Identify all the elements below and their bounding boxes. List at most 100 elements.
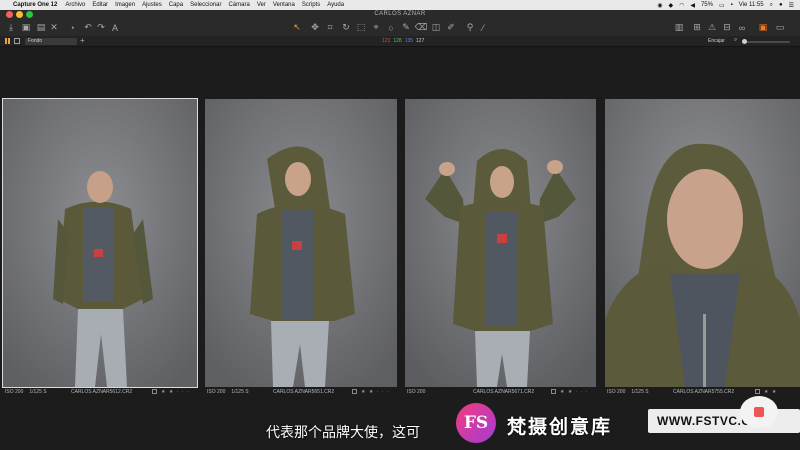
thumbnail-4[interactable]: [605, 99, 800, 387]
video-subtitle: 代表那个品牌大使，这可: [266, 425, 420, 441]
caption-iso: ISO 200: [407, 388, 426, 395]
main-toolbar: ⤓ ▣ ▤ ✕ ◔ ↶ ↷ A ↖ ✥ ⌗ ↻ ⬚ ⌖ ○ ✎ ⌫ ◫ ✐ ⚲ …: [0, 19, 800, 36]
thumbnail-1[interactable]: [2, 98, 198, 388]
record-icon: [754, 407, 764, 417]
add-collection-button[interactable]: +: [80, 36, 85, 45]
caption-shutter: 1/125 S: [631, 388, 649, 395]
caption-filename: CARLOS AZNAR5755.CR2: [673, 388, 735, 395]
thumbnail-size-slider[interactable]: [742, 39, 790, 44]
undo-icon[interactable]: ↶: [83, 22, 93, 33]
menu-camara[interactable]: Cámara: [228, 2, 249, 8]
caption-2: ISO 200 1/125 S CARLOS AZNAR5651.CR2 ★ ★…: [207, 387, 397, 396]
rotate-icon[interactable]: ↻: [341, 22, 351, 33]
volume-icon[interactable]: ◀: [690, 2, 695, 9]
caption-shutter: 1/125 S: [231, 388, 249, 395]
notifications-icon[interactable]: ☰: [789, 2, 794, 9]
star-rating[interactable]: ★ ★ · · ·: [560, 389, 589, 395]
siri-icon[interactable]: ●: [779, 2, 783, 8]
fit-label[interactable]: Encajar: [708, 38, 725, 44]
select-checkbox[interactable]: [551, 389, 556, 394]
text-icon[interactable]: A: [110, 22, 120, 33]
collection-select[interactable]: Fondo: [25, 38, 77, 45]
battery-level[interactable]: 75%: [701, 2, 713, 8]
grid-view-icon[interactable]: [5, 38, 11, 44]
exposure-icon[interactable]: ▥: [674, 22, 684, 33]
glasses-icon[interactable]: ∞: [737, 22, 747, 33]
export-icon[interactable]: ▤: [36, 22, 46, 33]
caption-shutter: 1/125 S: [29, 388, 47, 395]
photo-flexing: [405, 99, 596, 387]
brush-icon[interactable]: ✎: [401, 22, 411, 33]
flag-icon[interactable]: ▪: [731, 2, 733, 8]
status-icon[interactable]: ◉: [657, 2, 662, 9]
thumbnail-2[interactable]: [205, 99, 397, 387]
menu-editar[interactable]: Editar: [92, 2, 108, 8]
photo-standing: [3, 99, 197, 387]
star-rating[interactable]: ★ ★ · · ·: [161, 389, 190, 395]
annotation-icon[interactable]: ○: [386, 22, 396, 33]
history-icon[interactable]: ◔: [67, 22, 77, 33]
readout-g: 128: [393, 38, 402, 44]
import-icon[interactable]: ⤓: [6, 22, 16, 33]
eraser-icon[interactable]: ⌫: [415, 22, 428, 33]
menu-imagen[interactable]: Imagen: [115, 2, 135, 8]
cursor-icon[interactable]: ↖: [292, 22, 302, 33]
caption-filename: CARLOS AZNAR5651.CR2: [273, 388, 335, 395]
browser-bar: Fondo + 123 128 135 127 Encajar ⌕: [0, 36, 800, 47]
menu-seleccionar[interactable]: Seleccionar: [190, 2, 221, 8]
fullscreen-icon[interactable]: ▭: [775, 22, 785, 33]
menu-ventana[interactable]: Ventana: [273, 2, 295, 8]
camera-icon[interactable]: ▣: [21, 22, 31, 33]
zoom-icon[interactable]: ⌕: [734, 37, 737, 44]
app-menu[interactable]: Capture One 12: [13, 2, 57, 8]
readout-l: 127: [416, 38, 425, 44]
list-view-icon[interactable]: [14, 38, 20, 44]
picker-icon[interactable]: ✐: [446, 22, 456, 33]
eyedropper-icon[interactable]: ⚲: [465, 22, 475, 33]
star-rating[interactable]: ★ ★: [764, 389, 777, 395]
warning-icon[interactable]: ⚠: [707, 22, 717, 33]
select-checkbox[interactable]: [755, 389, 760, 394]
variants-icon[interactable]: ▣: [758, 22, 768, 33]
menu-ajustes[interactable]: Ajustes: [142, 2, 162, 8]
slider-knob[interactable]: [742, 39, 747, 44]
window-title: CARLOS AZNAR: [374, 11, 426, 17]
readout-b: 135: [404, 38, 414, 44]
spot-icon[interactable]: ⌖: [371, 22, 381, 33]
menu-capa[interactable]: Capa: [169, 2, 183, 8]
battery-icon[interactable]: ▭: [719, 2, 725, 9]
compare-icon[interactable]: ⊟: [722, 22, 732, 33]
caption-filename: CARLOS AZNAR5612.CR2: [71, 388, 133, 395]
caption-iso: ISO 200: [207, 388, 226, 395]
select-checkbox[interactable]: [352, 389, 357, 394]
title-bar: CARLOS AZNAR: [0, 10, 800, 19]
keystone-icon[interactable]: ⬚: [356, 22, 366, 33]
menu-ver[interactable]: Ver: [257, 2, 266, 8]
select-checkbox[interactable]: [152, 389, 157, 394]
redo-icon[interactable]: ↷: [96, 22, 106, 33]
focus-icon[interactable]: ⊞: [692, 22, 702, 33]
thumbnail-3[interactable]: [405, 99, 596, 387]
menu-archivo[interactable]: Archivo: [65, 2, 85, 8]
menu-bar: Capture One 12 Archivo Editar Imagen Aju…: [0, 0, 800, 10]
menu-scripts[interactable]: Scripts: [302, 2, 320, 8]
pan-icon[interactable]: ✥: [310, 22, 320, 33]
record-bubble: [740, 396, 778, 428]
menu-ayuda[interactable]: Ayuda: [327, 2, 344, 8]
clock[interactable]: Vie 11:55: [739, 2, 764, 8]
gradient-icon[interactable]: ◫: [431, 22, 441, 33]
crop-icon[interactable]: ⌗: [325, 22, 335, 33]
watermark-logo: FS: [456, 403, 496, 443]
photo-portrait: [605, 99, 800, 387]
readout-r: 123: [382, 38, 391, 44]
dropbox-icon[interactable]: ◆: [668, 2, 673, 9]
search-icon[interactable]: ⌕: [770, 2, 773, 9]
caption-1: ISO 200 1/125 S CARLOS AZNAR5612.CR2 ★ ★…: [5, 387, 197, 396]
photo-hood-laughing: [205, 99, 397, 387]
delete-icon[interactable]: ✕: [49, 22, 59, 33]
star-rating[interactable]: ★ ★ · · ·: [361, 389, 390, 395]
color-readout: 123 128 135 127: [382, 38, 424, 44]
wand-icon[interactable]: ⁄: [478, 22, 488, 33]
wifi-icon[interactable]: ◠: [679, 2, 684, 9]
caption-iso: ISO 200: [607, 388, 626, 395]
